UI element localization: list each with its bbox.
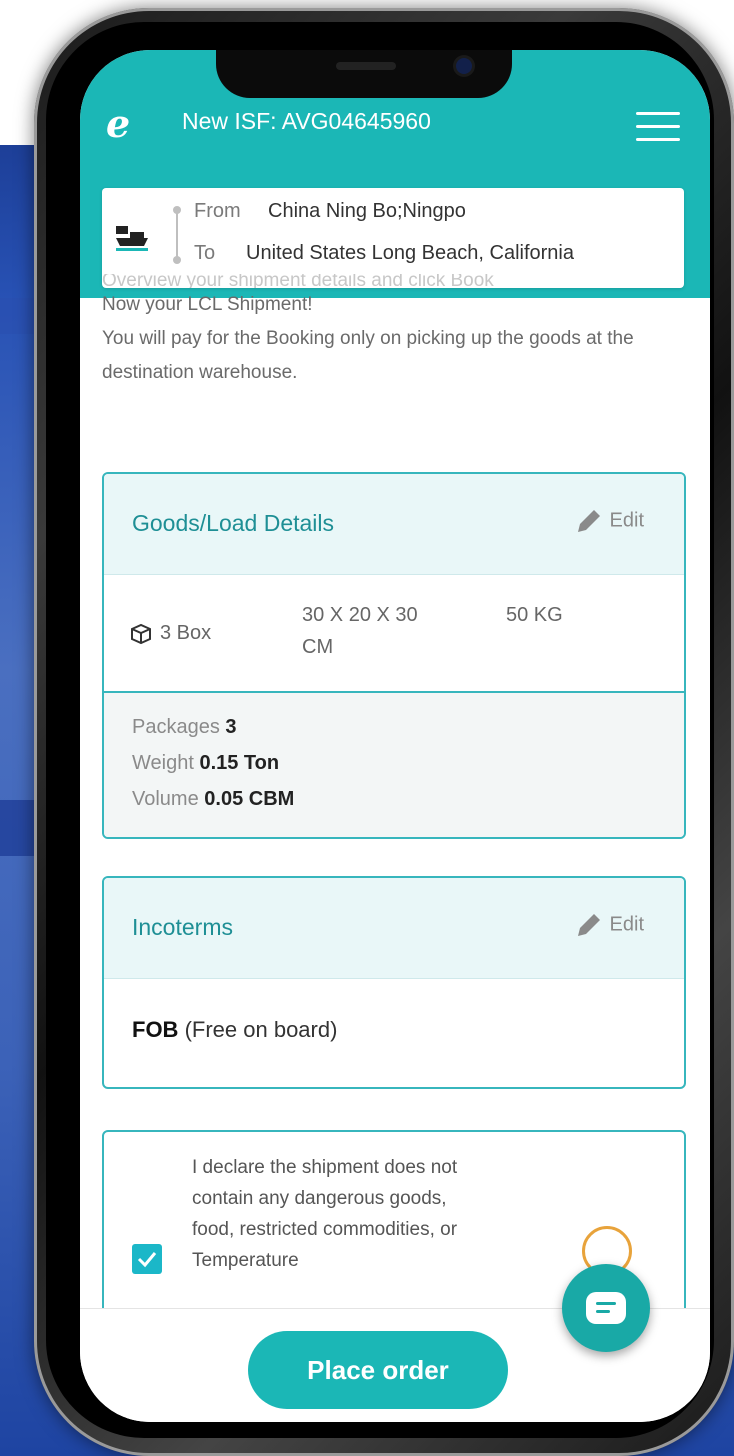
route-line bbox=[176, 210, 178, 260]
weight-label: Weight bbox=[132, 752, 194, 774]
incoterms-title: Incoterms bbox=[132, 914, 233, 940]
goods-dimensions: 30 X 20 X 30 CM bbox=[302, 604, 418, 658]
packages-label: Packages bbox=[132, 716, 220, 738]
volume-value: 0.05 CBM bbox=[204, 788, 295, 810]
speaker-grille bbox=[336, 62, 396, 70]
volume-label: Volume bbox=[132, 788, 199, 810]
intro-line: Now your LCL Shipment! bbox=[102, 294, 313, 315]
goods-quantity: 3 Box bbox=[160, 622, 212, 644]
goods-weight: 50 KG bbox=[506, 604, 563, 626]
intro-text: Overview your shipment details and click… bbox=[102, 274, 692, 390]
incoterms-description: (Free on board) bbox=[184, 1017, 338, 1042]
goods-edit-label: Edit bbox=[609, 509, 644, 532]
goods-summary: Packages 3 Weight 0.15 Ton Volume 0.05 C… bbox=[104, 693, 684, 837]
packages-line: Packages 3 bbox=[132, 709, 656, 745]
packages-value: 3 bbox=[225, 716, 237, 738]
app-logo[interactable]: e bbox=[106, 102, 150, 146]
declaration-text: I declare the shipment does not contain … bbox=[192, 1157, 458, 1271]
goods-item-row: 3 Box 30 X 20 X 30 CM 50 KG bbox=[104, 575, 684, 693]
goods-card-title: Goods/Load Details bbox=[132, 510, 335, 536]
page-title: New ISF: AVG04645960 bbox=[182, 108, 431, 134]
intro-line-faded: Overview your shipment details and click… bbox=[102, 274, 494, 288]
to-label: To bbox=[194, 242, 216, 264]
chat-button[interactable] bbox=[562, 1264, 650, 1352]
ship-icon bbox=[116, 226, 148, 251]
to-value: United States Long Beach, California bbox=[246, 242, 574, 264]
incoterms-body: FOB (Free on board) bbox=[104, 979, 684, 1087]
incoterms-edit-button[interactable]: Edit bbox=[574, 910, 644, 940]
from-label: From bbox=[194, 200, 241, 222]
check-icon bbox=[137, 1252, 157, 1268]
box-icon bbox=[131, 623, 151, 645]
incoterms-code: FOB bbox=[132, 1017, 179, 1042]
pencil-icon bbox=[577, 510, 600, 532]
incoterms-value: FOB (Free on board) bbox=[132, 1017, 337, 1043]
chat-icon bbox=[586, 1292, 626, 1324]
incoterms-card-header: Incoterms Edit bbox=[104, 878, 684, 979]
hamburger-icon[interactable] bbox=[636, 112, 680, 142]
goods-edit-button[interactable]: Edit bbox=[574, 506, 644, 536]
from-value: China Ning Bo;Ningpo bbox=[268, 200, 466, 222]
route-dot bbox=[173, 256, 181, 264]
pencil-icon bbox=[577, 914, 600, 936]
phone-screen: e New ISF: AVG04645960 From China Ning Bo… bbox=[80, 50, 710, 1422]
declaration-checkbox[interactable] bbox=[132, 1244, 162, 1274]
goods-card: Goods/Load Details Edit 3 Box 30 X 20 X … bbox=[102, 472, 686, 839]
route-to: To United States Long Beach, California bbox=[194, 242, 574, 265]
phone-notch bbox=[216, 50, 512, 98]
front-camera bbox=[456, 58, 472, 74]
route-from: From China Ning Bo;Ningpo bbox=[194, 200, 466, 223]
incoterms-edit-label: Edit bbox=[609, 913, 644, 936]
volume-line: Volume 0.05 CBM bbox=[132, 781, 656, 817]
weight-line: Weight 0.15 Ton bbox=[132, 745, 656, 781]
route-card: From China Ning Bo;Ningpo To United States… bbox=[102, 188, 684, 288]
intro-line: You will pay for the Booking only on pic… bbox=[102, 328, 634, 383]
incoterms-card: Incoterms Edit FOB (Free on board) bbox=[102, 876, 686, 1089]
place-order-button[interactable]: Place order bbox=[248, 1331, 508, 1409]
goods-card-header: Goods/Load Details Edit bbox=[104, 474, 684, 575]
weight-value: 0.15 Ton bbox=[199, 752, 280, 774]
